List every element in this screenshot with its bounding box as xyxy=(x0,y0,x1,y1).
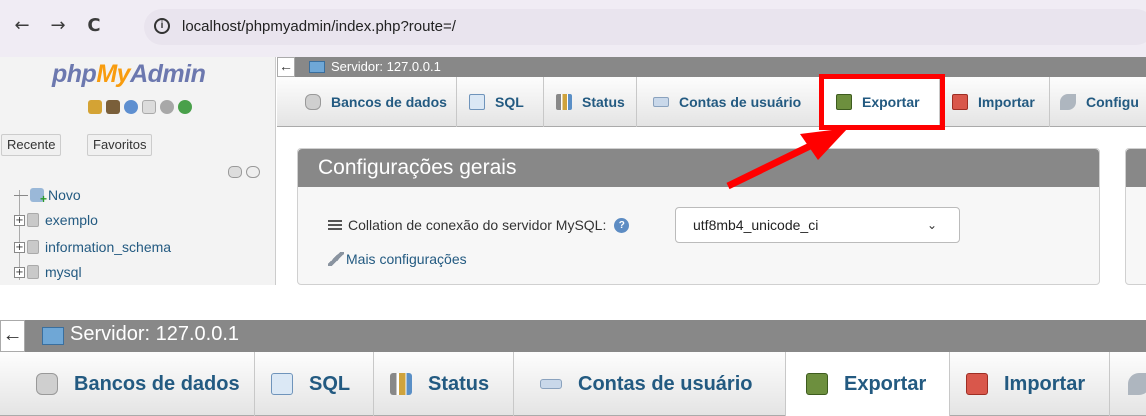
users-icon xyxy=(540,379,562,389)
screenshot-full: ← → C i localhost/phpmyadmin/index.php?r… xyxy=(0,0,1146,285)
server-icon xyxy=(42,327,64,345)
tab-label: SQL xyxy=(309,372,351,395)
tab-label: Status xyxy=(428,372,490,395)
server-breadcrumb: ← Servidor: 127.0.0.1 xyxy=(0,320,1146,352)
tab-label: Bancos de dados xyxy=(74,372,240,395)
server-label[interactable]: Servidor: 127.0.0.1 xyxy=(70,323,239,346)
top-menu-tabs: Bancos de dados SQL Status Contas de usu… xyxy=(0,352,1146,416)
collapse-navigation-icon[interactable]: ← xyxy=(0,320,25,352)
tab-label: Exportar xyxy=(844,372,927,395)
status-icon xyxy=(390,373,412,395)
database-icon xyxy=(36,373,58,395)
wrench-icon xyxy=(1128,373,1146,395)
tab-export[interactable]: Exportar xyxy=(786,352,950,416)
pointer-arrow xyxy=(726,128,848,190)
tab-user-accounts[interactable]: Contas de usuário xyxy=(514,352,786,416)
tab-status[interactable]: Status xyxy=(374,352,514,416)
tab-databases[interactable]: Bancos de dados xyxy=(0,352,255,416)
tutorial-image: ← → C i localhost/phpmyadmin/index.php?r… xyxy=(0,0,1146,416)
tab-settings[interactable] xyxy=(1110,352,1146,416)
tab-sql[interactable]: SQL xyxy=(255,352,374,416)
tab-import[interactable]: Importar xyxy=(950,352,1110,416)
tab-label: Importar xyxy=(1004,372,1086,395)
export-icon xyxy=(806,373,828,395)
import-icon xyxy=(966,373,988,395)
sql-icon xyxy=(271,373,293,395)
tab-label: Contas de usuário xyxy=(578,372,753,395)
screenshot-zoomed-tabs: ← Servidor: 127.0.0.1 Bancos de dados SQ… xyxy=(0,320,1146,416)
